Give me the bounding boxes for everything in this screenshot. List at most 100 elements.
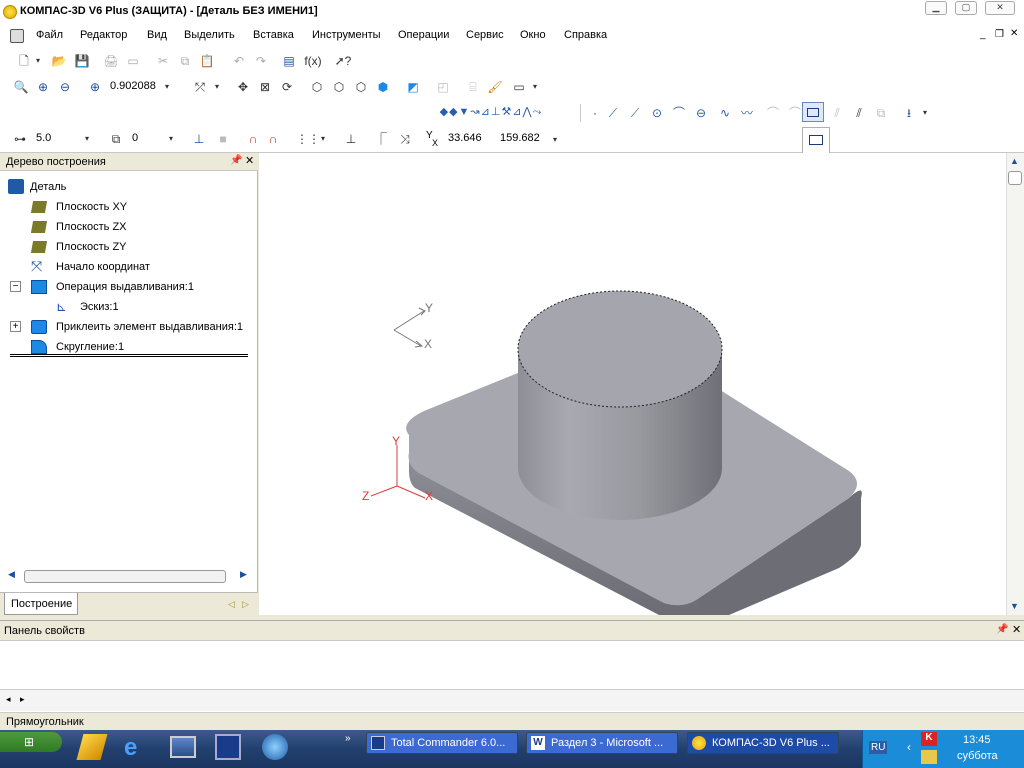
layer-value[interactable]: 0 <box>132 132 138 144</box>
step-value[interactable]: 5.0 <box>36 132 51 144</box>
open-file-icon[interactable]: 📂 <box>50 51 68 71</box>
cursor-snap-icon[interactable]: ⤨ <box>396 129 414 149</box>
collapse-icon[interactable]: − <box>10 281 21 292</box>
function-icon[interactable]: f(x) <box>302 51 324 71</box>
point-icon[interactable]: · <box>588 103 602 123</box>
new-file-icon[interactable]: 🗋 <box>16 51 32 71</box>
tree-item-plane-zx[interactable]: Плоскость ZX <box>0 217 256 237</box>
snap-mode-icon[interactable]: ∩ <box>264 129 282 149</box>
mdi-close-icon[interactable]: ✕ <box>1010 28 1018 39</box>
model-viewport[interactable]: Y X Y X Z <box>259 153 1008 615</box>
zoom-value[interactable]: 0.902088 <box>110 80 156 92</box>
task-word[interactable]: W Раздел 3 - Microsoft ... <box>526 732 678 754</box>
zoom-in-icon[interactable]: ⊕ <box>34 77 52 97</box>
save-icon[interactable]: 💾 <box>73 51 91 71</box>
tree-item-sketch[interactable]: ⊾ Эскиз:1 <box>0 297 256 317</box>
floppy-icon[interactable] <box>215 734 241 760</box>
perspective-icon[interactable]: ◩ <box>404 77 422 97</box>
scroll-up-icon[interactable]: ▲ <box>1010 156 1019 166</box>
menu-select[interactable]: Выделить <box>184 29 235 41</box>
tree-item-part[interactable]: Деталь <box>0 177 256 197</box>
preview-icon[interactable]: ▭ <box>124 51 142 71</box>
vertical-scrollbar[interactable]: ▲ ▼ <box>1006 153 1024 615</box>
paste-icon[interactable]: 📋 <box>198 51 216 71</box>
menu-service[interactable]: Сервис <box>466 29 504 41</box>
spline-icon[interactable]: ∿ <box>714 103 736 123</box>
tree-item-plane-xy[interactable]: Плоскость XY <box>0 197 256 217</box>
properties-icon[interactable]: ▤ <box>280 51 298 71</box>
insert-icon[interactable]: ⭳ <box>900 103 918 123</box>
maximize-button[interactable]: ▢ <box>955 1 977 15</box>
zoom-dropdown-icon[interactable]: ▾ <box>162 77 172 97</box>
circle-icon[interactable]: ⊙ <box>648 103 666 123</box>
rectangle-option-icon[interactable] <box>809 135 823 145</box>
antivirus-icon[interactable]: K <box>921 732 937 746</box>
ellipse-icon[interactable]: ⊖ <box>692 103 710 123</box>
grid-icon[interactable]: ⋮⋮ <box>296 129 320 149</box>
properties-pin-icon[interactable]: 📌 <box>996 624 1008 635</box>
network-icon[interactable] <box>262 734 288 760</box>
polyline-icon[interactable]: 〰 <box>738 103 756 123</box>
display-icon[interactable]: ▭ <box>510 77 528 97</box>
pin-icon[interactable]: 📌 <box>230 155 242 166</box>
edit-component-icon[interactable]: ◰ <box>434 77 452 97</box>
menu-file[interactable]: Файл <box>36 29 63 41</box>
quicklaunch-icon[interactable] <box>76 734 108 760</box>
hidden-lines-icon[interactable]: ⬡ <box>330 77 348 97</box>
print-icon[interactable]: 🖨 <box>102 51 120 71</box>
tree-item-plane-zy[interactable]: Плоскость ZY <box>0 237 256 257</box>
new-dropdown-icon[interactable]: ▾ <box>34 51 42 71</box>
thin-lines-icon[interactable]: ⬡ <box>352 77 370 97</box>
menu-insert[interactable]: Вставка <box>253 29 294 41</box>
tray-app-icon[interactable] <box>921 750 937 764</box>
tree-item-extrusion[interactable]: − Операция выдавливания:1 <box>0 277 256 297</box>
properties-close-icon[interactable]: ✕ <box>1012 623 1021 636</box>
menu-help[interactable]: Справка <box>564 29 607 41</box>
mdi-restore-icon[interactable]: ❐ <box>995 29 1004 40</box>
tree-item-boss[interactable]: + Приклеить элемент выдавливания:1 <box>0 317 256 337</box>
scroll-left-icon[interactable]: ◀ <box>8 569 15 580</box>
desktop-icon[interactable] <box>170 736 196 758</box>
insert-dropdown-icon[interactable]: ▾ <box>920 103 930 123</box>
horizontal-scrollbar[interactable] <box>24 570 226 583</box>
close-button[interactable]: ✕ <box>985 1 1015 15</box>
task-kompas[interactable]: КОМПАС-3D V6 Plus ... <box>687 732 839 754</box>
scroll-down-icon[interactable]: ▼ <box>1010 601 1019 611</box>
start-button[interactable]: ⊞ <box>0 732 62 752</box>
grid-dropdown-icon[interactable]: ▾ <box>318 129 328 149</box>
task-total-commander[interactable]: Total Commander 6.0... <box>366 732 518 754</box>
arc-icon[interactable]: ⌒ <box>670 103 688 123</box>
menu-window[interactable]: Окно <box>520 29 546 41</box>
scroll-right-icon[interactable]: ▶ <box>240 569 247 580</box>
scroll-thumb[interactable] <box>1008 171 1022 185</box>
help-pointer-icon[interactable]: ➚? <box>332 51 354 71</box>
internet-explorer-icon[interactable]: e <box>124 734 137 762</box>
language-indicator[interactable]: RU <box>869 741 888 754</box>
tree-item-origin[interactable]: ⤧ Начало координат <box>0 257 256 277</box>
line-icon[interactable]: ⟋ <box>604 103 622 123</box>
copy-icon[interactable]: ⧉ <box>176 51 194 71</box>
brush-icon[interactable]: 🖌 <box>486 77 504 97</box>
offset-icon[interactable]: ⫽ <box>828 103 846 123</box>
zoom-window-icon[interactable]: 🔍 <box>12 77 30 97</box>
tree-close-icon[interactable]: ✕ <box>245 154 254 167</box>
props-prev-icon[interactable]: ◂ <box>6 694 11 705</box>
axis-icon[interactable]: ⊥ <box>342 129 360 149</box>
expand-icon[interactable]: + <box>10 321 21 332</box>
coord-x-field[interactable]: 159.682 <box>500 132 540 144</box>
pan-icon[interactable]: ✥ <box>234 77 252 97</box>
layer-dropdown-icon[interactable]: ▾ <box>166 129 176 149</box>
orientation-dropdown-icon[interactable]: ▾ <box>212 77 222 97</box>
coord-y-field[interactable]: 33.646 <box>448 132 482 144</box>
menu-edit[interactable]: Редактор <box>80 29 127 41</box>
undo-icon[interactable]: ↶ <box>230 51 248 71</box>
tab-prev-icon[interactable]: ◁ <box>228 599 235 610</box>
menu-view[interactable]: Вид <box>147 29 167 41</box>
menu-operations[interactable]: Операции <box>398 29 449 41</box>
round-icon[interactable]: ⎾ <box>372 129 390 149</box>
hatch-icon[interactable]: ⫽ <box>850 103 868 123</box>
rotate-icon[interactable]: ⟳ <box>278 77 296 97</box>
display-dropdown-icon[interactable]: ▾ <box>530 77 540 97</box>
zoom-out-icon[interactable]: ⊖ <box>56 77 74 97</box>
ortho-icon[interactable]: ■ <box>214 129 232 149</box>
